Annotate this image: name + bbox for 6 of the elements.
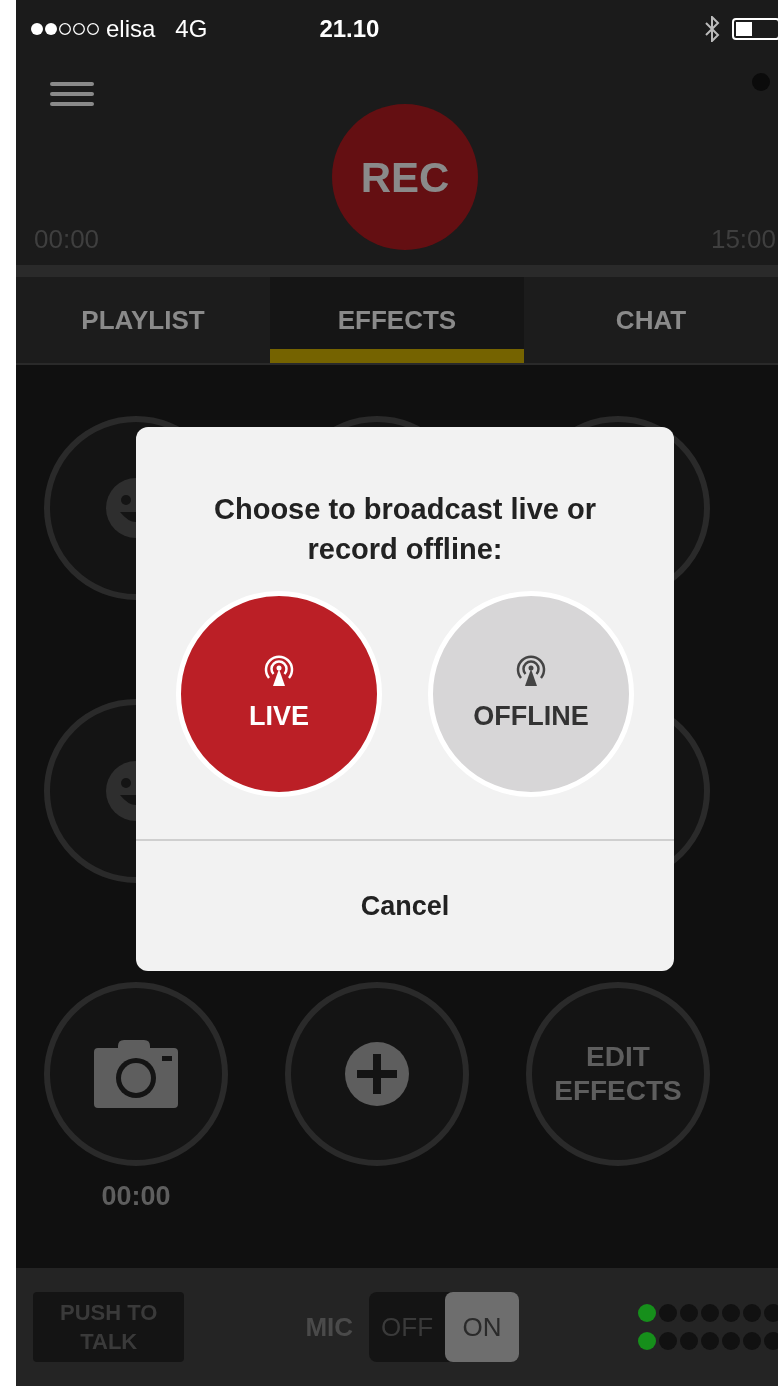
switch-on-label: ON [445,1292,519,1362]
network-type: 4G [175,14,208,44]
dialog-title: Choose to broadcast live or record offline: [213,492,597,567]
effect-duration: 00:00 [101,1180,171,1213]
status-time: 21.10 [319,14,380,44]
carrier-name: elisa [106,14,156,44]
